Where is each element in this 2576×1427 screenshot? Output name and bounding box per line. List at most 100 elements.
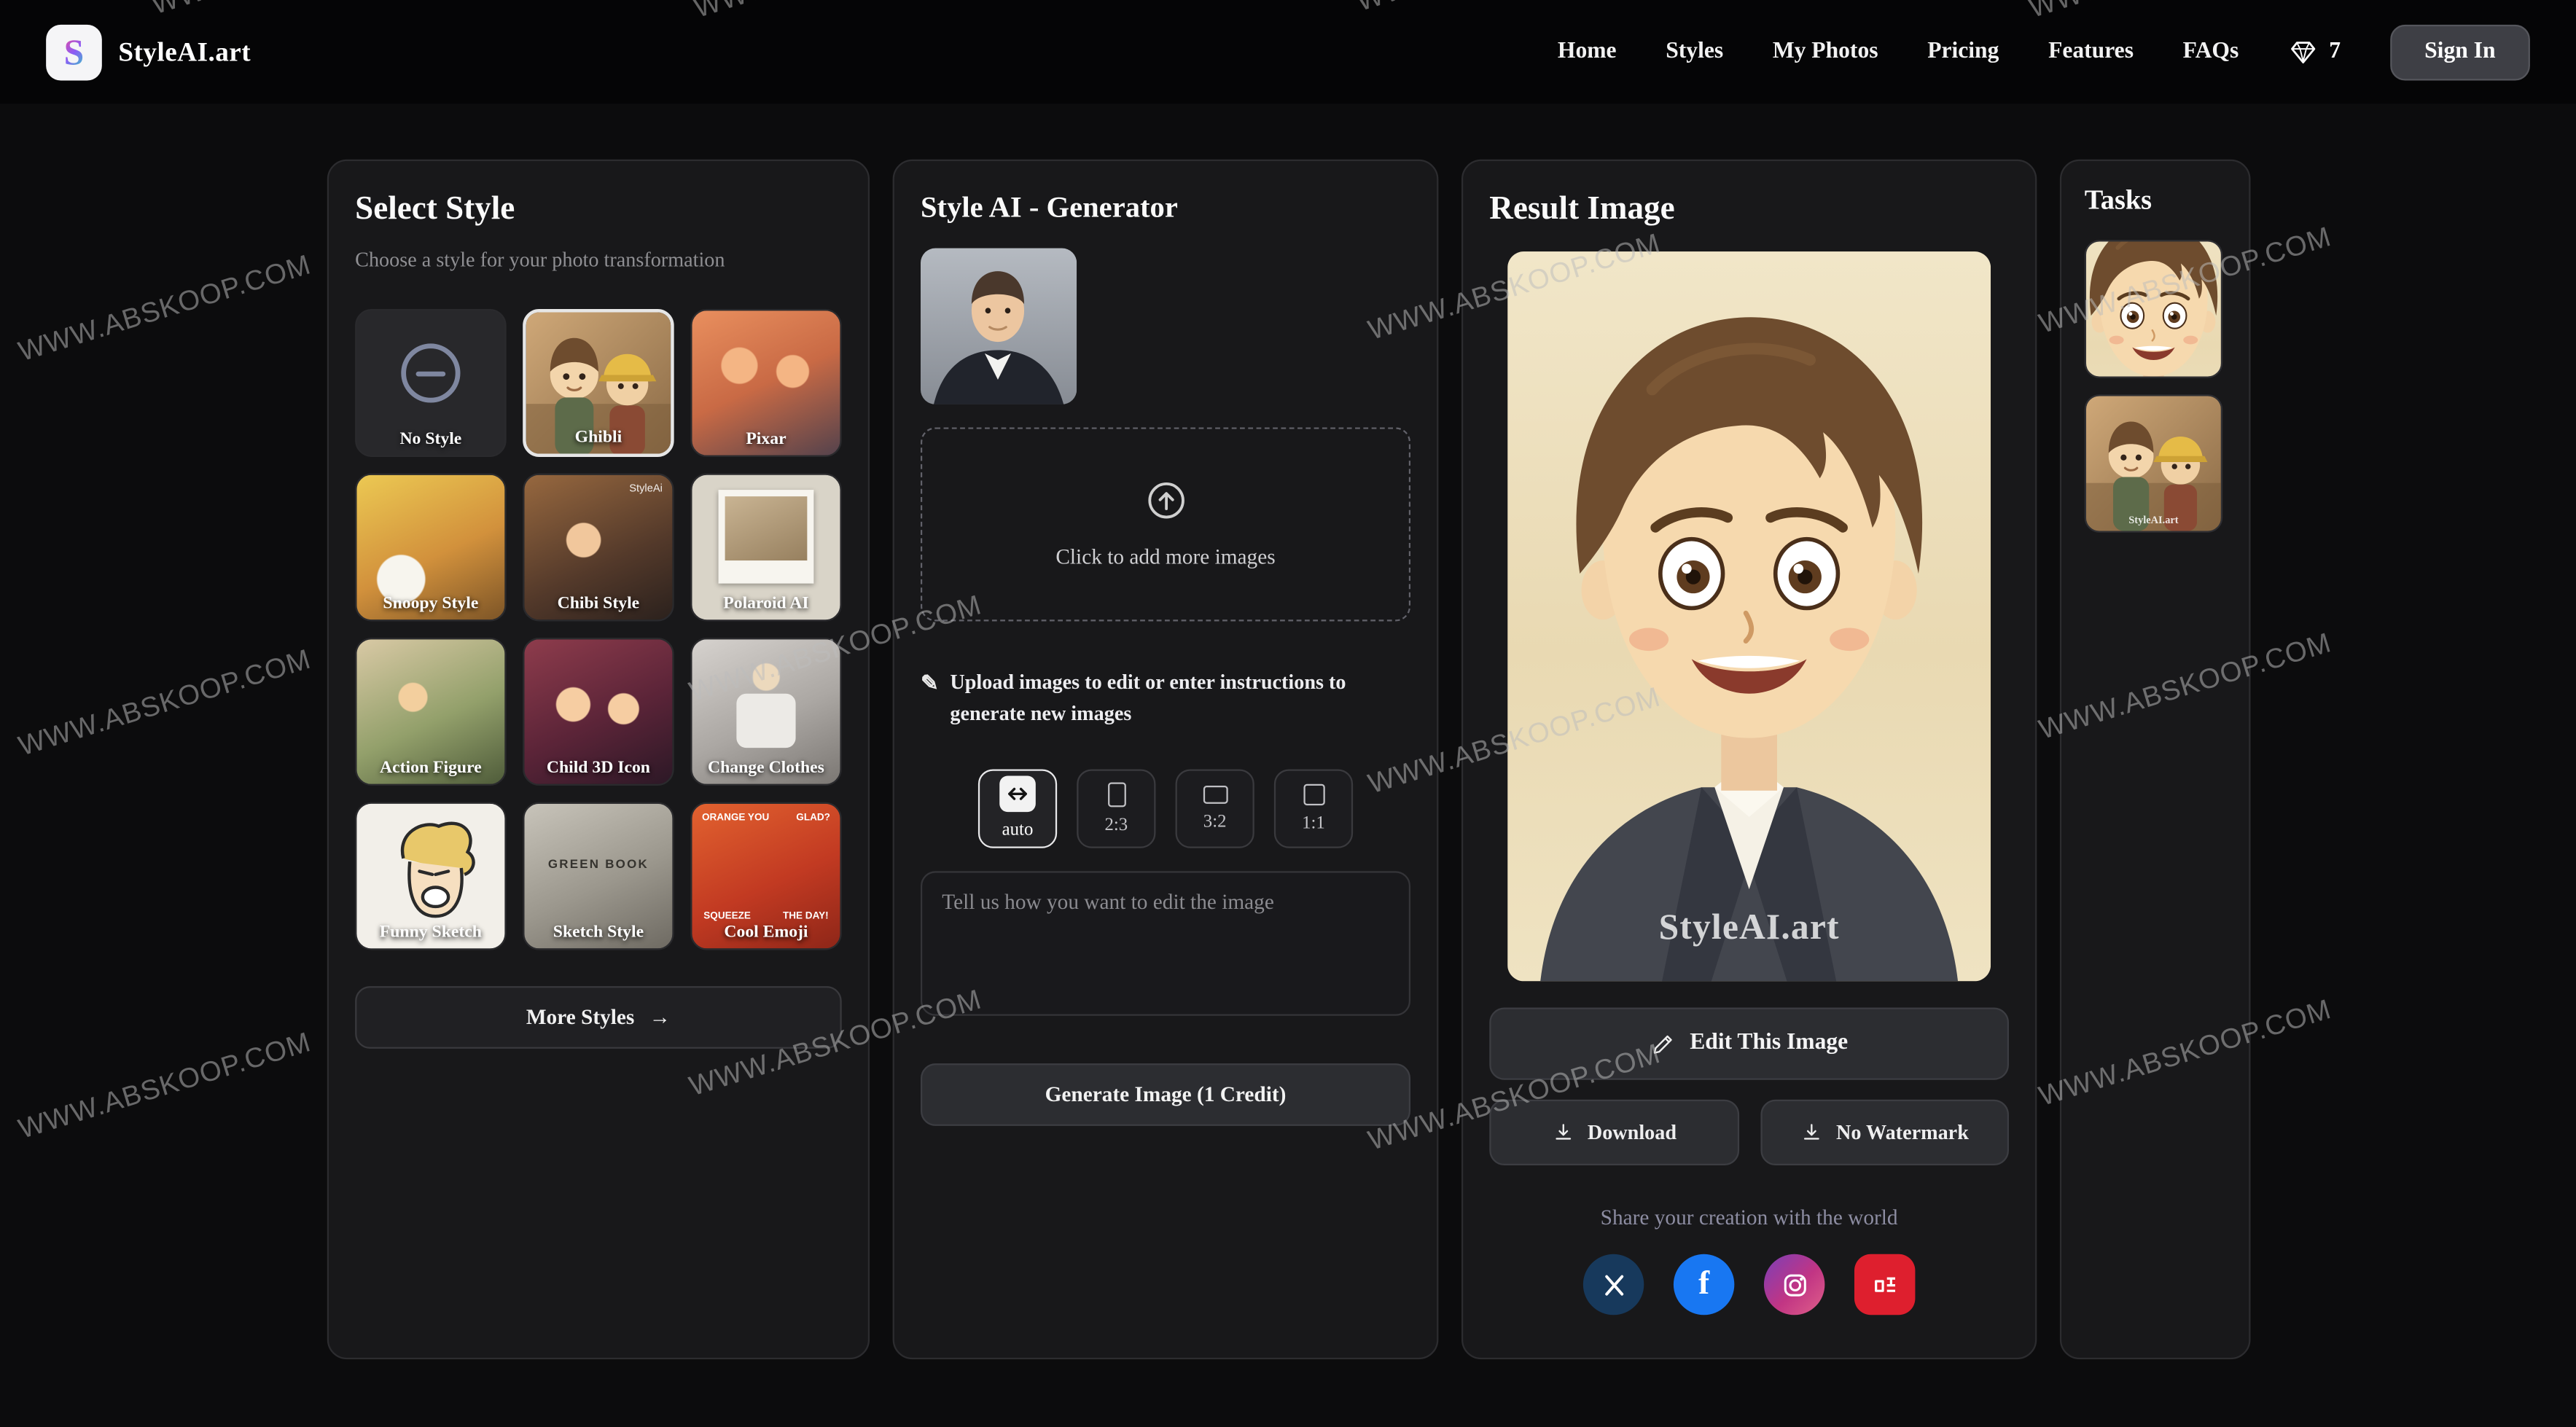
style-tile-pixar[interactable]: Pixar [690,309,841,457]
logo-letter: S [64,31,85,74]
download-row: Download No Watermark [1489,1100,2009,1165]
style-tile-label: Ghibli [526,429,671,447]
nav-link-styles[interactable]: Styles [1666,39,1723,65]
nav-link-features[interactable]: Features [2048,39,2134,65]
upload-hint: Click to add more images [1055,544,1275,571]
style-tile-action-figure[interactable]: Action Figure [355,638,506,786]
nav-links: Home Styles My Photos Pricing Features F… [1558,24,2530,80]
emoji-text: SQUEEZE [703,912,751,923]
result-title: Result Image [1489,191,2009,229]
result-image-watermark: StyleAI.art [1507,906,1991,949]
abskoop-watermark: WWW.ABSKOOP.COM [15,644,315,764]
select-style-subtitle: Choose a style for your photo transforma… [355,249,842,273]
style-tile-label: Sketch Style [524,923,672,942]
more-styles-button[interactable]: More Styles → [355,986,842,1049]
style-tile-polaroid[interactable]: Polaroid AI [690,474,841,622]
ratio-label: 2:3 [1104,815,1128,834]
result-panel: Result Image [1461,160,2037,1359]
brand-logo-icon: S [46,24,102,80]
sign-in-button[interactable]: Sign In [2390,24,2530,80]
select-style-title: Select Style [355,191,842,229]
gem-icon [2288,37,2318,67]
edit-this-image-button[interactable]: Edit This Image [1489,1007,2009,1079]
style-tile-funny-sketch[interactable]: Funny Sketch [355,802,506,950]
share-text: Share your creation with the world [1489,1205,2009,1231]
style-tile-label: Polaroid AI [692,595,840,613]
facebook-icon: f [1698,1266,1709,1304]
style-tile-cool-emoji[interactable]: ORANGE YOU GLAD? SQUEEZE THE DAY! Cool E… [690,802,841,950]
nav-link-pricing[interactable]: Pricing [1927,39,1999,65]
style-tile-child-3d-icon[interactable]: Child 3D Icon [523,638,674,786]
pencil-icon [1650,1031,1675,1056]
abskoop-watermark: WWW.ABSKOOP.COM [15,249,315,369]
upload-icon [1144,478,1188,523]
share-x-button[interactable] [1583,1254,1644,1315]
x-twitter-icon [1601,1271,1627,1297]
download-icon [1800,1121,1823,1144]
select-style-panel: Select Style Choose a style for your pho… [327,160,870,1359]
nav-link-my-photos[interactable]: My Photos [1773,39,1878,65]
nav-link-faqs[interactable]: FAQs [2183,39,2239,65]
generate-button[interactable]: Generate Image (1 Credit) [921,1063,1410,1125]
nav-link-home[interactable]: Home [1558,39,1617,65]
polaroid-frame [719,490,814,584]
no-watermark-label: No Watermark [1836,1120,1969,1145]
task1-artwork [2086,242,2221,377]
emoji-text: THE DAY! [783,912,829,923]
style-tile-label: Snoopy Style [356,595,504,613]
download-label: Download [1588,1120,1677,1145]
style-tile-label: Chibi Style [524,595,672,613]
share-xiaohongshu-button[interactable] [1854,1254,1915,1315]
emoji-text: GLAD? [796,813,830,824]
generator-title: Style AI - Generator [921,191,1410,225]
landscape-rect-icon [1203,785,1227,803]
aspect-ratio-auto[interactable]: auto [978,768,1057,847]
instruction-text: Upload images to edit or enter instructi… [950,668,1400,730]
task2-artwork: StyleAI.art [2086,396,2221,531]
aspect-ratio-3-2[interactable]: 3:2 [1176,768,1254,847]
result-artwork [1507,251,1991,981]
style-tile-change-clothes[interactable]: Change Clothes [690,638,841,786]
brand[interactable]: S StyleAI.art [46,24,251,80]
no-style-icon [401,343,460,402]
instagram-icon [1779,1270,1809,1299]
uploaded-photo-thumbnail [921,249,1077,404]
credits-indicator[interactable]: 7 [2288,37,2341,67]
result-image[interactable]: StyleAI.art [1507,251,1991,981]
aspect-ratio-2-3[interactable]: 2:3 [1077,768,1155,847]
brand-name: StyleAI.art [118,35,251,68]
generator-panel: Style AI - Generator Click to add more i… [893,160,1439,1359]
style-tile-snoopy[interactable]: Snoopy Style [355,474,506,622]
prompt-input[interactable] [921,870,1410,1014]
task-thumbnail-2[interactable]: StyleAI.art [2085,394,2222,532]
chibi-badge-text: StyleAi [629,483,663,495]
ratio-label: 3:2 [1203,811,1227,831]
xiaohongshu-icon [1868,1268,1901,1301]
social-row: f [1489,1254,2009,1315]
uploaded-image[interactable] [921,249,1077,404]
style-tile-ghibli[interactable]: Ghibli [523,309,674,457]
navbar: S StyleAI.art Home Styles My Photos Pric… [0,0,2576,103]
more-styles-label: More Styles [526,1004,634,1031]
share-instagram-button[interactable] [1764,1254,1824,1315]
download-icon [1551,1121,1574,1144]
share-facebook-button[interactable]: f [1674,1254,1734,1315]
style-grid: No Style [355,309,842,950]
aspect-ratio-1-1[interactable]: 1:1 [1274,768,1353,847]
style-tile-label: Pixar [692,431,840,449]
style-tile-no-style[interactable]: No Style [355,309,506,457]
no-watermark-button[interactable]: No Watermark [1760,1100,2009,1165]
task-thumbnail-1[interactable] [2085,240,2222,378]
add-images-dropzone[interactable]: Click to add more images [921,427,1410,621]
style-tile-chibi[interactable]: StyleAi Chibi Style [523,474,674,622]
app-root: S StyleAI.art Home Styles My Photos Pric… [0,0,2576,1427]
style-tile-label: Funny Sketch [356,923,504,942]
portrait-rect-icon [1107,781,1125,806]
style-tile-sketch-style[interactable]: GREEN BOOK Sketch Style [523,802,674,950]
tasks-title: Tasks [2085,184,2226,217]
style-tile-label: No Style [356,431,504,449]
tasks-panel: Tasks StyleAI.art [2060,160,2251,1359]
style-tile-label: Action Figure [356,759,504,778]
ratio-label: auto [1002,820,1034,840]
download-button[interactable]: Download [1489,1100,1738,1165]
